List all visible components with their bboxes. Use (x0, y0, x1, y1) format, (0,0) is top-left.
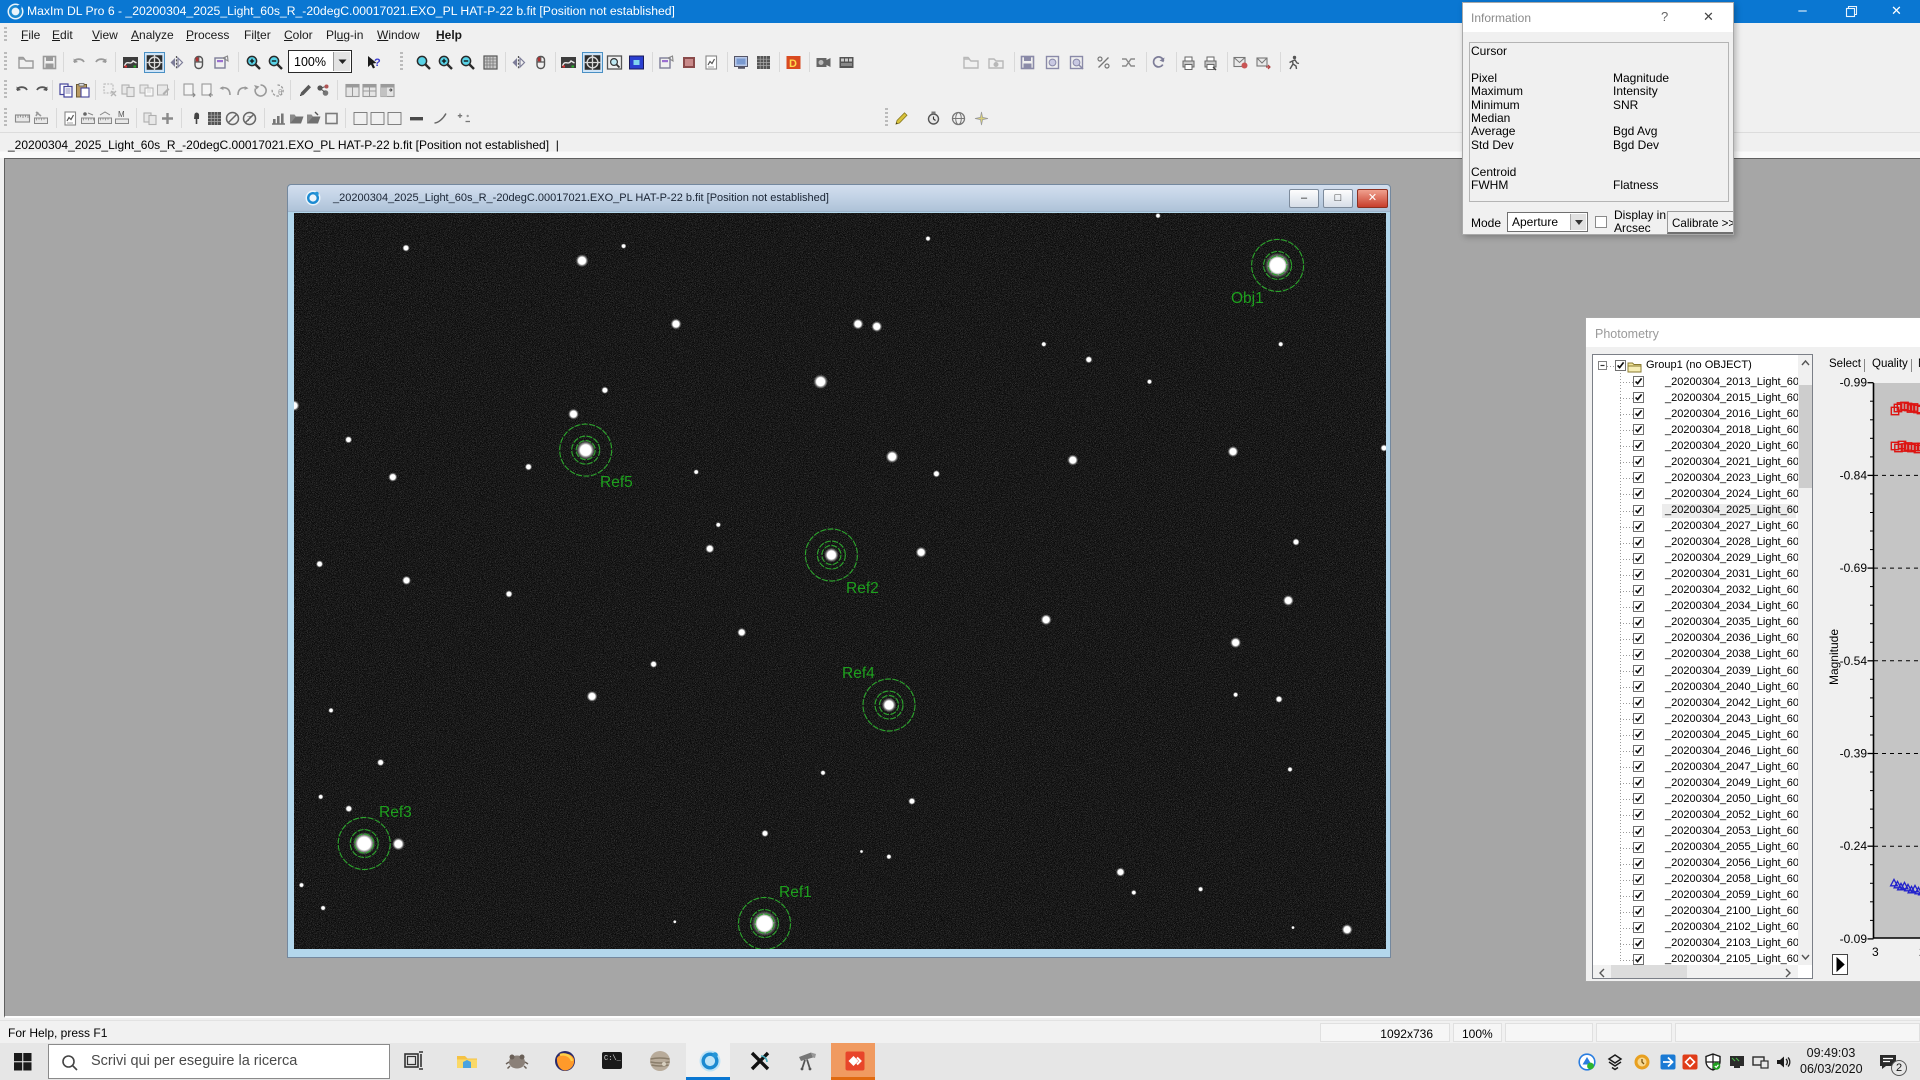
svg-text:3: 3 (1872, 945, 1879, 959)
svg-text:C:\_: C:\_ (604, 1055, 622, 1063)
svg-text:-0.99: -0.99 (1840, 376, 1868, 390)
svg-text:-0.39: -0.39 (1840, 747, 1868, 761)
svg-text:Ref4: Ref4 (842, 665, 875, 682)
svg-text:7: 7 (247, 116, 251, 123)
svg-text:-0.09: -0.09 (1840, 932, 1868, 946)
svg-text:-0.69: -0.69 (1840, 561, 1868, 575)
svg-text:-0.54: -0.54 (1840, 654, 1868, 668)
svg-text:Ref3: Ref3 (379, 804, 412, 821)
svg-text:?: ? (374, 57, 381, 69)
svg-text:Ref1: Ref1 (779, 884, 812, 901)
svg-text:θ: θ (278, 88, 283, 97)
svg-text:M: M (118, 110, 125, 119)
svg-text:-0.24: -0.24 (1840, 839, 1868, 853)
svg-text:D: D (789, 58, 797, 70)
svg-text:Ref5: Ref5 (600, 474, 633, 491)
svg-text:Ref2: Ref2 (846, 580, 879, 597)
svg-text:Obj1: Obj1 (1231, 290, 1264, 307)
svg-text:-0.84: -0.84 (1840, 468, 1868, 482)
